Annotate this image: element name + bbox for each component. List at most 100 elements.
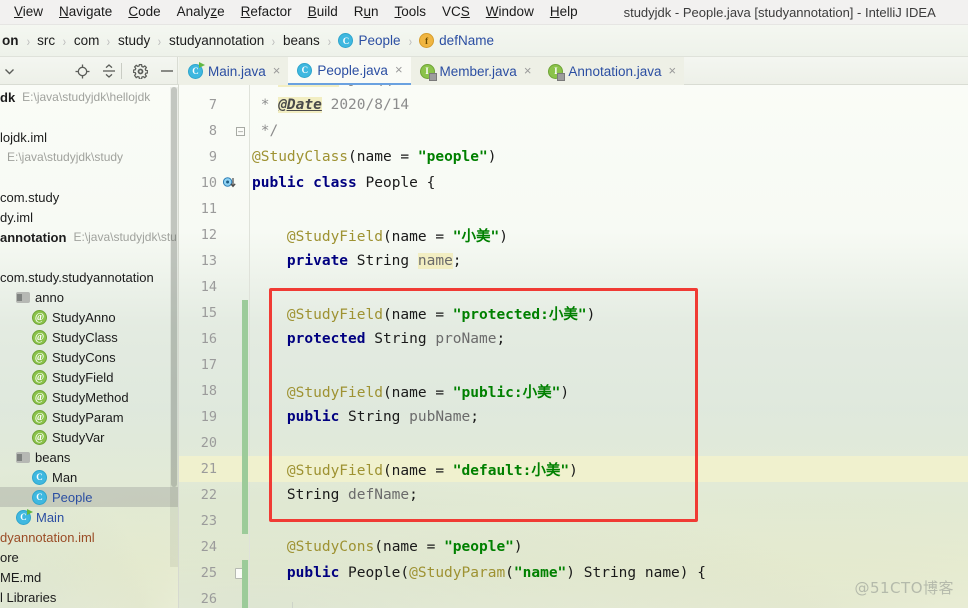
tree-item-studyvar[interactable]: @ StudyVar: [0, 427, 178, 447]
breadcrumb-item-on[interactable]: on: [2, 33, 19, 48]
code-line-16[interactable]: 16 protected String proName;: [179, 326, 968, 352]
close-icon[interactable]: ×: [273, 64, 281, 77]
tree-item-dyannotation-iml[interactable]: dyannotation.iml: [0, 527, 178, 547]
editor-tab-main-java[interactable]: C Main.java ×: [179, 57, 289, 85]
code-line-23[interactable]: 23: [179, 508, 968, 534]
collapse-all-icon[interactable]: [100, 62, 118, 80]
code-line-24[interactable]: 24 @StudyCons(name = "people"): [179, 534, 968, 560]
code-line-10[interactable]: 10 public class People {: [179, 170, 968, 196]
code-line-19[interactable]: 19 public String pubName;: [179, 404, 968, 430]
breadcrumb-item-defname[interactable]: f defName: [419, 33, 494, 48]
tree-item-ore[interactable]: ore: [0, 547, 178, 567]
code-line-18[interactable]: 18 @StudyField(name = "public:小美"): [179, 378, 968, 404]
menu-item-navigate[interactable]: Navigate: [51, 2, 120, 22]
code-line-15[interactable]: 15 @StudyField(name = "protected:小美"): [179, 300, 968, 326]
tree-item[interactable]: [0, 107, 178, 127]
code-editor[interactable]: 6 * @author jiaqq7 * @Date 2020/8/148 */…: [179, 85, 968, 608]
sidebar-scrollbar[interactable]: [170, 87, 178, 567]
close-icon[interactable]: ×: [524, 64, 532, 77]
breadcrumb-separator: ›: [158, 32, 162, 49]
menu-item-build[interactable]: Build: [300, 2, 346, 22]
minimize-icon[interactable]: [158, 62, 176, 80]
tree-item-studyanno[interactable]: @ StudyAnno: [0, 307, 178, 327]
tree-item-lojdk-iml[interactable]: lojdk.iml: [0, 127, 178, 147]
code-line-12[interactable]: 12 @StudyField(name = "小美"): [179, 222, 968, 248]
tree-item-studyfield[interactable]: @ StudyField: [0, 367, 178, 387]
menu-item-view[interactable]: View: [6, 2, 51, 22]
tree-item[interactable]: [0, 167, 178, 187]
menu-item-help[interactable]: Help: [542, 2, 586, 22]
menu-item-analyze[interactable]: Analyze: [169, 2, 233, 22]
tree-item-com-study-studyannotation[interactable]: com.study.studyannotation: [0, 267, 178, 287]
breadcrumb-separator: ›: [62, 32, 67, 49]
tree-item-dy-iml[interactable]: dy.iml: [0, 207, 178, 227]
close-icon[interactable]: ×: [669, 64, 677, 77]
menu-item-tools[interactable]: Tools: [387, 2, 435, 22]
fold-end-icon[interactable]: —: [236, 127, 245, 136]
code-line-17[interactable]: 17: [179, 352, 968, 378]
tree-item-main[interactable]: C Main: [0, 507, 178, 527]
sidebar-scrollbar-thumb[interactable]: [171, 87, 177, 487]
locate-target-icon[interactable]: [73, 62, 91, 80]
tree-item-com-study[interactable]: com.study: [0, 187, 178, 207]
code-line-11[interactable]: 11: [179, 196, 968, 222]
code-line-13[interactable]: 13 private String name;: [179, 248, 968, 274]
code-line-26[interactable]: 26: [179, 586, 968, 608]
vcs-change-marker[interactable]: [242, 560, 248, 608]
code-line-25[interactable]: 25 public People(@StudyParam("name") Str…: [179, 560, 968, 586]
editor-tab-member-java[interactable]: I Member.java ×: [410, 57, 540, 85]
menu-item-window[interactable]: Window: [478, 2, 542, 22]
code-line-20[interactable]: 20: [179, 430, 968, 456]
tree-item-studyparam[interactable]: @ StudyParam: [0, 407, 178, 427]
watermark: @51CTO博客: [854, 579, 954, 597]
tree-item-annotation[interactable]: annotation E:\java\studyjdk\stu: [0, 227, 178, 247]
menu-item-code[interactable]: Code: [120, 2, 168, 22]
settings-gear-icon[interactable]: [131, 62, 149, 80]
tree-item-me-md[interactable]: ME.md: [0, 567, 178, 587]
breadcrumb-item-studyannotation[interactable]: studyannotation: [169, 33, 264, 48]
tree-item-man[interactable]: C Man: [0, 467, 178, 487]
breadcrumb[interactable]: on › src › com › study › studyannotation › beans › C…: [0, 25, 968, 57]
breadcrumb-item-study[interactable]: study: [118, 33, 150, 48]
code-line-6[interactable]: 6 * @author jiaqq: [179, 85, 968, 92]
editor-tab-people-java[interactable]: C People.java ×: [288, 57, 411, 85]
chevron-down-icon[interactable]: [0, 62, 18, 80]
tree-item-studymethod[interactable]: @ StudyMethod: [0, 387, 178, 407]
tree-item-path: E:\java\studyjdk\study: [7, 150, 124, 164]
breadcrumb-separator: ›: [26, 32, 30, 49]
code-area[interactable]: 6 * @author jiaqq7 * @Date 2020/8/148 */…: [179, 85, 968, 608]
code-line-21[interactable]: 21 @StudyField(name = "default:小美"): [179, 456, 968, 482]
project-tree-panel[interactable]: dk E:\java\studyjdk\hellojdk lojdk.iml E:\j…: [0, 85, 178, 608]
tree-item-people[interactable]: C People: [0, 487, 178, 507]
tree-item[interactable]: E:\java\studyjdk\study: [0, 147, 178, 167]
code-text: String defName;: [252, 487, 418, 503]
breadcrumb-item-com[interactable]: com: [74, 33, 100, 48]
code-line-7[interactable]: 7 * @Date 2020/8/14: [179, 92, 968, 118]
breadcrumb-item-src[interactable]: src: [37, 33, 55, 48]
overridden-icon[interactable]: [222, 177, 236, 190]
menu-item-run[interactable]: Run: [346, 2, 387, 22]
tree-item-beans[interactable]: beans: [0, 447, 178, 467]
editor-tab-annotation-java[interactable]: I Annotation.java ×: [539, 57, 685, 85]
menu-item-vcs[interactable]: VCS: [434, 2, 478, 22]
tree-item-path: E:\java\studyjdk\stu: [73, 230, 177, 244]
breadcrumb-item-beans[interactable]: beans: [283, 33, 320, 48]
code-line-9[interactable]: 9 @StudyClass(name = "people"): [179, 144, 968, 170]
vcs-change-marker[interactable]: [242, 300, 248, 534]
menu-item-refactor[interactable]: Refactor: [233, 2, 300, 22]
tree-item-studycons[interactable]: @ StudyCons: [0, 347, 178, 367]
code-line-14[interactable]: 14: [179, 274, 968, 300]
code-line-22[interactable]: 22 String defName;: [179, 482, 968, 508]
tree-item-label: Man: [52, 469, 78, 485]
breadcrumb-item-people[interactable]: C People: [338, 33, 401, 48]
tree-item-studyclass[interactable]: @ StudyClass: [0, 327, 178, 347]
close-icon[interactable]: ×: [395, 63, 403, 76]
breadcrumb-label: src: [37, 33, 56, 48]
code-lines[interactable]: 6 * @author jiaqq7 * @Date 2020/8/148 */…: [179, 85, 968, 608]
tree-item-l-libraries[interactable]: l Libraries: [0, 587, 178, 607]
code-line-8[interactable]: 8 */ —: [179, 118, 968, 144]
tree-item-anno[interactable]: anno: [0, 287, 178, 307]
tree-item[interactable]: [0, 247, 178, 267]
project-tree[interactable]: dk E:\java\studyjdk\hellojdk lojdk.iml E:\j…: [0, 85, 178, 608]
tree-item-dk[interactable]: dk E:\java\studyjdk\hellojdk: [0, 87, 178, 107]
